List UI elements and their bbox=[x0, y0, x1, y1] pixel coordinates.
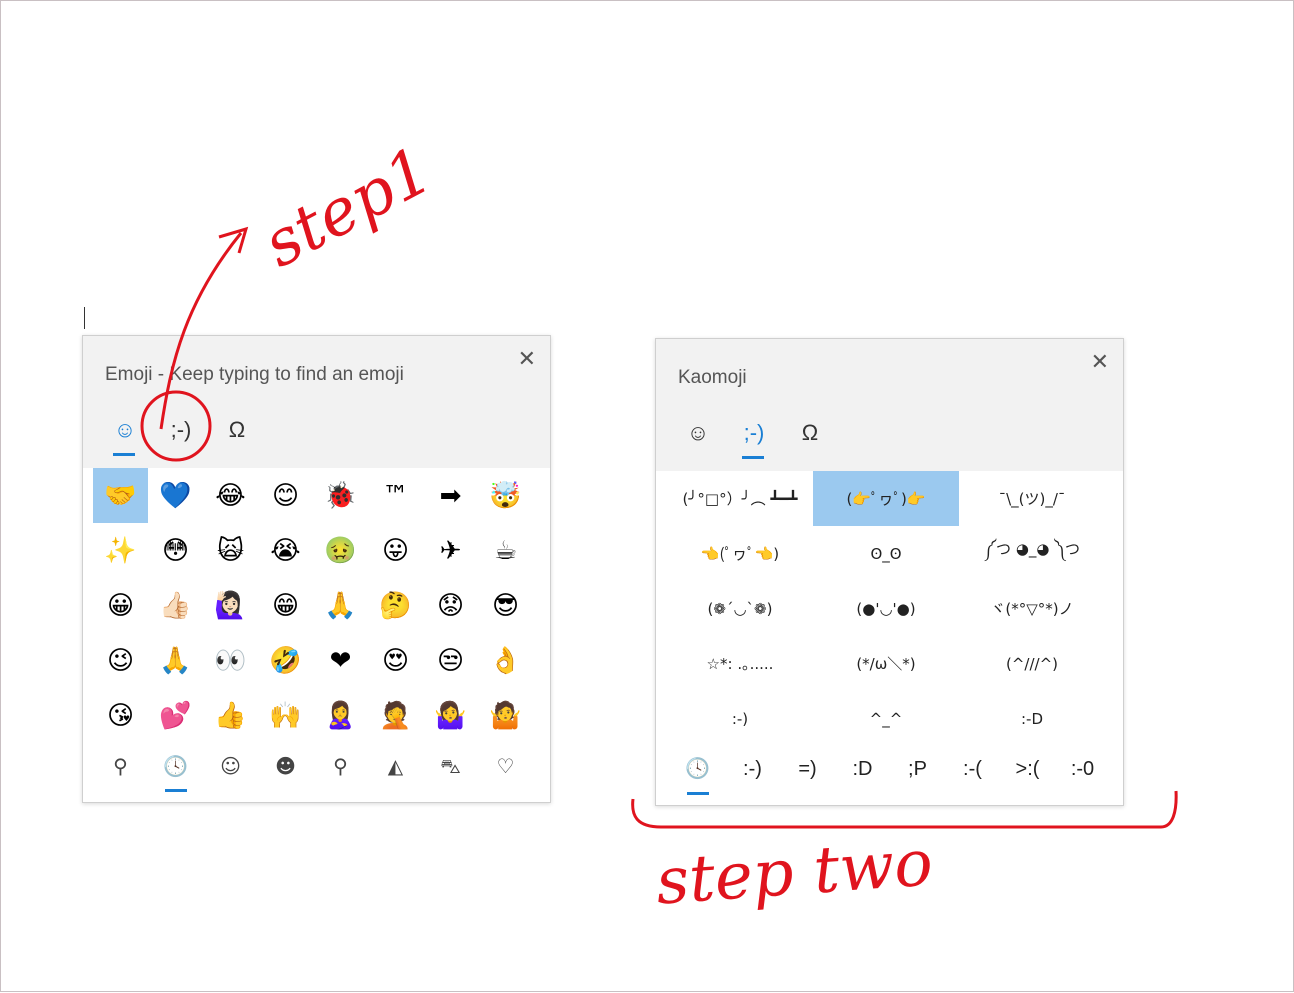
circle-annotation bbox=[140, 390, 212, 462]
red-annotations bbox=[140, 226, 1178, 829]
arrow-annotation bbox=[159, 232, 243, 430]
arrowhead-annotation bbox=[218, 226, 249, 254]
bracket-annotation bbox=[631, 790, 1178, 829]
